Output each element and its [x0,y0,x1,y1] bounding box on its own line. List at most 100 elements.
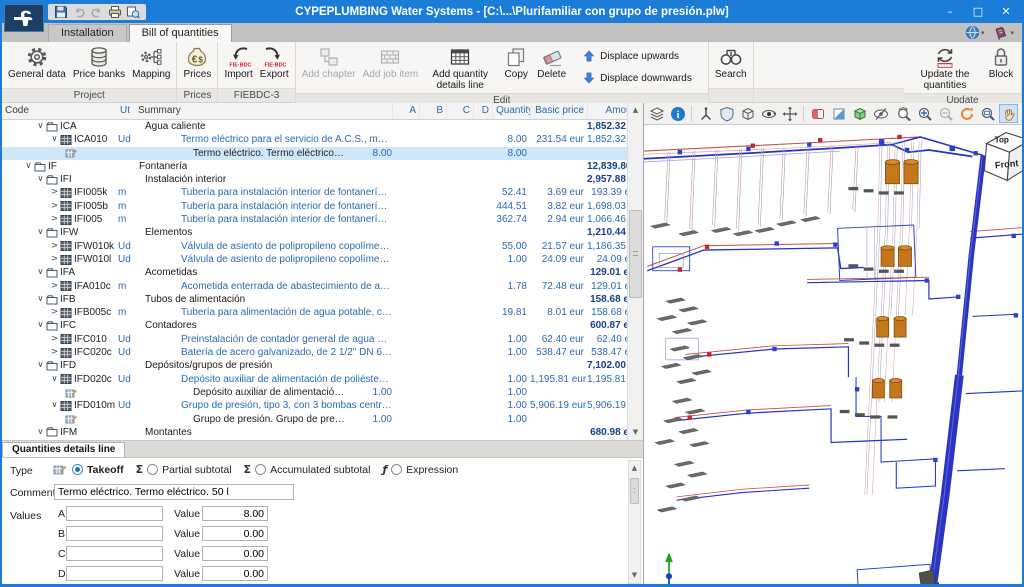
collapse-arrow-icon[interactable]: ∨ [36,293,45,306]
grid-row-ICA010[interactable]: ∨ICA010UdTermo eléctrico para el servici… [2,133,643,146]
radio-partial-subtotal[interactable] [147,464,158,475]
collapse-arrow-icon[interactable]: ∨ [36,426,45,439]
collapse-arrow-icon[interactable]: ∨ [50,133,59,146]
collapse-arrow-icon[interactable]: ∨ [50,399,59,412]
full-screen-icon[interactable] [1020,104,1024,123]
displace-upwards-button[interactable]: Displace upwards [577,49,698,63]
column-header-d[interactable]: D [473,103,492,119]
collapse-arrow-icon[interactable]: ∨ [36,359,45,372]
grid-row-IFD010m[interactable]: ∨IFD010mUdGrupo de presión, tipo 3, con … [2,399,643,412]
language-globe-icon[interactable] [965,25,980,40]
grid-row-IFI005b[interactable]: >IFI005bmTubería para instalación interi… [2,200,643,213]
collapse-arrow-icon[interactable]: ∨ [36,120,45,133]
clip-red-icon[interactable] [808,104,827,123]
grid-row-IFB005c[interactable]: >IFB005cmTubería para alimentación de ag… [2,306,643,319]
axes-figure-icon[interactable] [696,104,715,123]
block-button[interactable]: Block [984,43,1018,92]
zoom-window-icon[interactable] [978,104,997,123]
cube-view-icon[interactable] [738,104,757,123]
scroll-up-arrow[interactable]: ▲ [629,461,640,476]
column-header-basic-price[interactable]: Basic price [530,103,587,119]
grid-row-detail[interactable]: Grupo de presión. Grupo de presión de 3 … [2,413,643,426]
expand-arrow-icon[interactable]: > [50,280,59,293]
price-banks-button[interactable]: Price banks [70,43,128,87]
grid-row-IFI005k[interactable]: >IFI005kmTubería para instalación interi… [2,186,643,199]
grid-row-IFA[interactable]: ∨IFAAcometidas129.01 eur [2,266,643,279]
update-the-quantities-button[interactable]: Update the quantities [907,43,983,92]
expand-arrow-icon[interactable]: > [50,186,59,199]
expression-input-c[interactable] [66,546,163,561]
displace-downwards-button[interactable]: Displace downwards [577,71,698,85]
panel-vertical-scrollbar[interactable]: ▲ ▼ [628,460,641,584]
value-input-b[interactable] [202,526,268,541]
shield-icon[interactable] [717,104,736,123]
grid-row-IFC020c[interactable]: >IFC020cUdBatería de acero galvanizado, … [2,346,643,359]
maximize-button[interactable]: □ [964,2,992,22]
navigation-cube[interactable]: Top Front [984,133,1024,181]
value-input-a[interactable] [202,506,268,521]
hide-eye-icon[interactable] [871,104,890,123]
solid-green-icon[interactable] [850,104,869,123]
pan-hand-icon[interactable] [999,104,1018,123]
delete-button[interactable]: Delete [534,43,569,92]
collapse-arrow-icon[interactable]: ∨ [36,226,45,239]
expand-arrow-icon[interactable]: > [50,200,59,213]
zoom-previous-icon[interactable] [936,104,955,123]
grid-row-IFI[interactable]: ∨IFIInstalación interior2,957.88 eur [2,173,643,186]
export-button[interactable]: FIE·BDCExport [257,43,292,87]
grid-row-IFW010k[interactable]: >IFW010kUdVálvula de asiento de poliprop… [2,240,643,253]
radio-expression[interactable] [391,464,402,475]
column-header-code[interactable]: Code [2,103,117,119]
grid-row-IFD020c[interactable]: ∨IFD020cUdDepósito auxiliar de alimentac… [2,373,643,386]
layers-icon[interactable] [647,104,666,123]
grid-row-ICA[interactable]: ∨ICAAgua caliente1,852.32 eur [2,120,643,133]
column-header-ut[interactable]: Ut [117,103,135,119]
expression-input-a[interactable] [66,506,163,521]
collapse-arrow-icon[interactable]: ∨ [24,160,33,173]
mapping-button[interactable]: Mapping [129,43,173,87]
grid-row-IFD[interactable]: ∨IFDDepósitos/grupos de presión7,102.00 … [2,359,643,372]
grid-row-IFI005[interactable]: >IFI005mTubería para instalación interio… [2,213,643,226]
scrollbar-thumb[interactable] [630,478,639,504]
grid-row-IFB[interactable]: ∨IFBTubos de alimentación158.68 eur [2,293,643,306]
expression-input-b[interactable] [66,526,163,541]
pan-move-icon[interactable] [780,104,799,123]
value-input-c[interactable] [202,546,268,561]
comment-input[interactable] [54,484,294,500]
tab-installation[interactable]: Installation [48,24,127,42]
expand-arrow-icon[interactable]: > [50,240,59,253]
column-header-c[interactable]: C [446,103,473,119]
collapse-arrow-icon[interactable]: ∨ [36,319,45,332]
grid-row-IFA010c[interactable]: >IFA010cmAcometida enterrada de abasteci… [2,280,643,293]
collapse-arrow-icon[interactable]: ∨ [36,266,45,279]
copy-button[interactable]: Copy [499,43,533,92]
app-logo-icon[interactable] [4,4,44,32]
scroll-up-arrow[interactable]: ▲ [628,103,643,118]
add-quantity-details-line-button[interactable]: Add quantity details line [422,43,498,92]
value-input-d[interactable] [202,566,268,581]
expression-input-d[interactable] [66,566,163,581]
help-book-icon[interactable] [994,25,1009,40]
view-3d-canvas[interactable]: Top Front [644,125,1024,586]
general-data-button[interactable]: General data [5,43,69,87]
column-header-summary[interactable]: Summary [135,103,392,119]
rotate-orange-icon[interactable] [957,104,976,123]
grid-row-IFC[interactable]: ∨IFCContadores600.87 eur [2,319,643,332]
close-button[interactable]: ✕ [992,2,1020,22]
grid-row-IFW010l[interactable]: >IFW010lUdVálvula de asiento de poliprop… [2,253,643,266]
tab-quantities-details-line[interactable]: Quantities details line [2,442,125,457]
scroll-down-arrow[interactable]: ▼ [629,568,640,583]
orbit-icon[interactable] [759,104,778,123]
prices-button[interactable]: €$Prices [180,43,214,87]
radio-takeoff[interactable] [72,464,83,475]
column-header-a[interactable]: A [392,103,419,119]
column-header-quantity[interactable]: Quantity [492,103,530,119]
zoom-rotate-icon[interactable] [894,104,913,123]
radio-accumulated-subtotal[interactable] [255,464,266,475]
minimize-button[interactable]: – [936,2,964,22]
grid-row-IFM[interactable]: ∨IFMMontantes680.98 eur [2,426,643,439]
info-icon[interactable]: i [668,104,687,123]
section-blue-icon[interactable] [829,104,848,123]
grid-row-detail[interactable]: Termo eléctrico. Termo eléctrico. 50 l8.… [2,147,643,160]
expand-arrow-icon[interactable]: > [50,346,59,359]
